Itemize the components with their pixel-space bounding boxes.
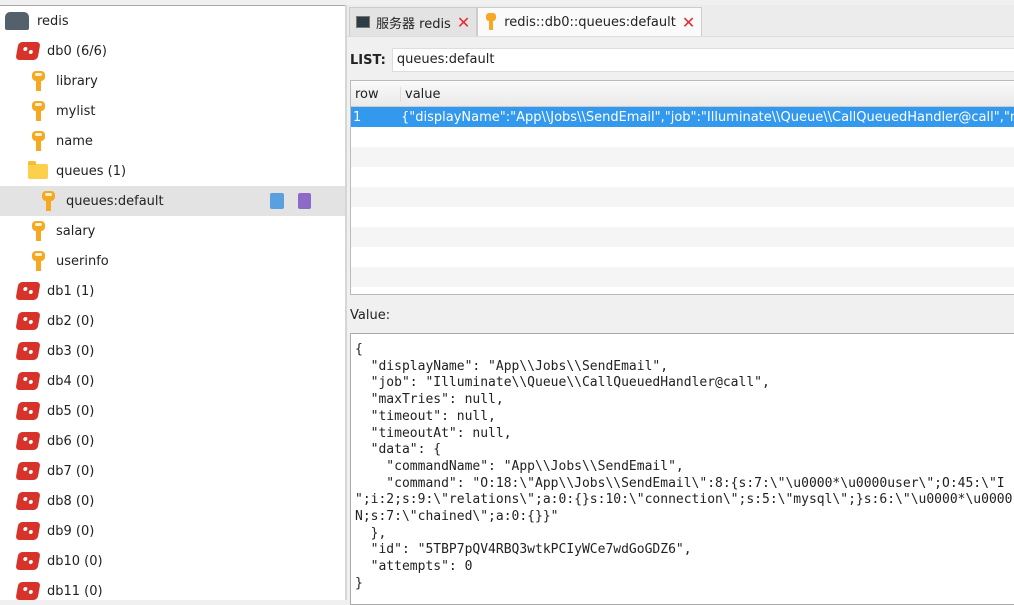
value-line: } [355,575,363,591]
value-line: "timeoutAt": null, [355,425,512,441]
tree-key[interactable]: library [0,66,345,96]
column-value[interactable]: value [401,87,441,102]
table-header: row value [351,81,1014,107]
value-line: "maxTries": null, [355,392,504,408]
value-line: "job": "Illuminate\\Queue\\CallQueuedHan… [355,375,770,391]
value-line: "attempts": 0 [355,559,473,575]
redis-db-icon [15,282,41,300]
tab-bar: 服务器 redis ✕ redis::db0::queues:default ✕ [347,5,1014,37]
tree-db[interactable]: db5 (0) [0,396,345,426]
redis-db-icon [15,552,41,570]
value-line: ";i:2;s:9:\"relations\";a:0:{}s:10:\"con… [355,492,1013,508]
tree-db0[interactable]: db0 (6/6) [0,36,345,66]
tree-db[interactable]: db11 (0) [0,576,345,600]
tab-server-redis[interactable]: 服务器 redis ✕ [349,7,478,36]
tree-db[interactable]: db9 (0) [0,516,345,546]
tree-db[interactable]: db10 (0) [0,546,345,576]
key-icon [28,100,48,122]
key-name-field[interactable]: queues:default [391,48,1014,72]
value-line: "timeout": null, [355,408,496,424]
list-table: row value 1 {"displayName":"App\\Jobs\\Sen… [350,80,1014,295]
tree-db[interactable]: db2 (0) [0,306,345,336]
tree-key[interactable]: mylist [0,96,345,126]
close-icon[interactable]: ✕ [682,13,695,32]
close-icon[interactable]: ✕ [457,13,470,32]
value-line: }, [355,525,387,541]
empty-row [351,267,1014,287]
empty-row [351,187,1014,207]
server-icon [5,12,29,30]
tree-folder-queues[interactable]: queues (1) [0,156,345,186]
key-icon [28,250,48,272]
tab-queues-default[interactable]: redis::db0::queues:default ✕ [477,7,703,36]
delete-key-icon[interactable] [298,193,311,209]
tree-db[interactable]: db8 (0) [0,486,345,516]
table-row[interactable]: 1 {"displayName":"App\\Jobs\\SendEmail","… [351,107,1014,127]
redis-db-icon [15,372,41,390]
empty-row [351,127,1014,147]
redis-db-icon [15,42,41,60]
tree-server-redis[interactable]: redis [0,6,345,36]
empty-row [351,247,1014,267]
redis-db-icon [15,522,41,540]
value-line: "displayName": "App\\Jobs\\SendEmail", [355,358,669,374]
empty-row [351,227,1014,247]
value-line: N;s:7:\"chained\";a:0:{}}" [355,509,559,525]
value-line: "command": "O:18:\"App\\Jobs\\SendEmail\… [355,475,1005,491]
terminal-icon [356,16,370,28]
tree-db[interactable]: db1 (1) [0,276,345,306]
value-label: Value: [350,308,391,323]
key-icon [38,190,58,212]
key-icon [28,220,48,242]
key-icon [28,70,48,92]
value-line: "id": "5TBP7pQV4RBQ3wtkPCIyWCe7wdGoGDZ6"… [355,542,692,558]
redis-db-icon [15,462,41,480]
redis-db-icon [15,342,41,360]
tree-key[interactable]: salary [0,216,345,246]
value-line: "commandName": "App\\Jobs\\SendEmail", [355,458,684,474]
redis-db-icon [15,432,41,450]
empty-row [351,147,1014,167]
tree-db[interactable]: db3 (0) [0,336,345,366]
value-line: { [355,342,363,357]
tree-db[interactable]: db4 (0) [0,366,345,396]
empty-row [351,167,1014,187]
empty-row [351,207,1014,227]
value-line: "data": { [355,442,442,458]
redis-db-icon [15,492,41,510]
tree-db[interactable]: db6 (0) [0,426,345,456]
key-icon [484,12,498,32]
key-icon [28,130,48,152]
tree-db[interactable]: db7 (0) [0,456,345,486]
connection-tree: redis db0 (6/6) library mylist name queu… [0,5,345,600]
tree-key[interactable]: name [0,126,345,156]
edit-key-icon[interactable] [270,193,284,209]
value-text[interactable]: { "displayName": "App\\Jobs\\SendEmail",… [355,342,1014,593]
redis-db-icon [15,402,41,420]
redis-db-icon [15,582,41,600]
value-editor[interactable]: { "displayName": "App\\Jobs\\SendEmail",… [350,333,1014,605]
redis-db-icon [15,312,41,330]
column-row[interactable]: row [351,87,401,102]
key-type-label: LIST: [350,52,386,68]
folder-icon [28,160,48,179]
tree-key-selected[interactable]: queues:default [0,186,345,216]
tree-key[interactable]: userinfo [0,246,345,276]
